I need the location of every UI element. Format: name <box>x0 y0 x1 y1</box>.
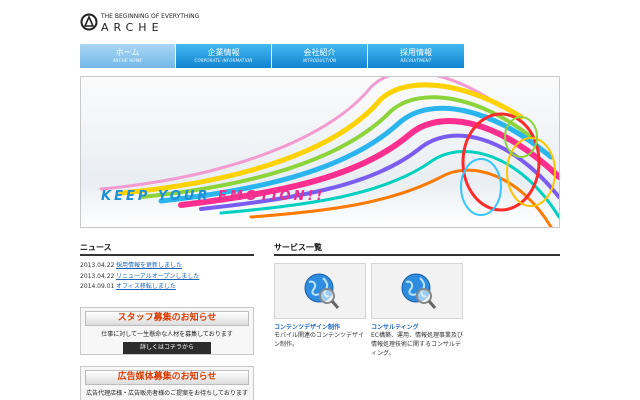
ad-media-banner[interactable]: 広告媒体募集のお知らせ 広告代理店様・広告販売者様のご提案をお待ちしております <box>80 366 254 400</box>
nav-sublabel: CORPORATE INFORMATION <box>194 58 253 63</box>
news-list: 2013.04.22 採用情報を更新しました 2013.04.22 リニューアル… <box>80 261 254 293</box>
news-divider <box>80 254 254 256</box>
nav-item-introduction[interactable]: 会社紹介 INTRODUCTION <box>272 44 368 68</box>
hero-rainbow-swirl-graphic <box>99 77 559 227</box>
news-link[interactable]: リニューアルオープンしました <box>116 272 199 283</box>
nav-sublabel: RECRUITMENT <box>400 58 432 63</box>
services-section-title: サービス一覧 <box>274 243 322 252</box>
news-item: 2013.04.22 採用情報を更新しました <box>80 261 254 272</box>
nav-item-recruitment[interactable]: 採用情報 RECRUITMENT <box>368 44 464 68</box>
services-divider <box>274 254 560 256</box>
staff-recruit-banner[interactable]: スタッフ募集のお知らせ 仕事に対して一生懸命な人材を募集しております 詳しくはコ… <box>80 307 254 355</box>
service-card-content-design[interactable] <box>274 263 366 319</box>
ad-media-title: 広告媒体募集のお知らせ <box>85 370 249 385</box>
service-desc-content-design: モバイル関連のコンテンツデザイン制作。 <box>274 332 365 348</box>
news-link[interactable]: オフィス移転しました <box>116 282 176 293</box>
news-date: 2013.04.22 <box>80 272 115 280</box>
nav-label: ホーム <box>115 48 140 57</box>
nav-label: 企業情報 <box>207 48 240 57</box>
service-title-consulting[interactable]: コンサルティング <box>371 322 419 331</box>
globe-magnifier-icon <box>304 273 340 309</box>
logo-name: ARCHE <box>101 21 164 34</box>
service-card-consulting[interactable] <box>371 263 463 319</box>
news-item: 2014.09.01 オフィス移転しました <box>80 282 254 293</box>
hero-headline-part1: KEEP YOUR <box>101 189 218 204</box>
nav-label: 採用情報 <box>400 48 432 57</box>
logo-mark-icon <box>80 13 98 31</box>
service-title-content-design[interactable]: コンテンツデザイン制作 <box>274 322 340 331</box>
staff-recruit-text: 仕事に対して一生懸命な人材を募集しております <box>101 331 233 338</box>
main-navigation: ホーム ARCHE HOME 企業情報 CORPORATE INFORMATIO… <box>80 44 464 68</box>
news-date: 2013.04.22 <box>80 262 115 269</box>
site-logo[interactable]: THE BEGINNING OF EVERYTHING ARCHE <box>80 12 220 34</box>
news-link[interactable]: 採用情報を更新しました <box>116 261 182 272</box>
service-desc-consulting: EC構築、運用、情報処理事業及び情報処理技術に関するコンサルティング。 <box>371 332 463 357</box>
ad-media-text: 広告代理店様・広告販売者様のご提案をお待ちしております <box>86 390 248 397</box>
hero-headline: KEEP YOUR EMOTION!! <box>101 189 325 204</box>
nav-label: 会社紹介 <box>303 48 336 57</box>
hero-headline-part2: EMOTION!! <box>217 189 326 204</box>
staff-recruit-title: スタッフ募集のお知らせ <box>85 311 249 326</box>
news-item: 2013.04.22 リニューアルオープンしました <box>80 272 254 283</box>
news-section-title: ニュース <box>80 243 112 252</box>
news-date: 2014.09.01 <box>80 283 115 290</box>
globe-magnifier-icon <box>401 273 437 309</box>
hero-banner: KEEP YOUR EMOTION!! <box>80 76 560 228</box>
nav-sublabel: ARCHE HOME <box>112 58 143 63</box>
staff-recruit-details-button[interactable]: 詳しくはコチラから <box>123 342 211 354</box>
nav-item-corporate[interactable]: 企業情報 CORPORATE INFORMATION <box>176 44 272 68</box>
logo-tagline: THE BEGINNING OF EVERYTHING <box>101 13 200 20</box>
nav-item-home[interactable]: ホーム ARCHE HOME <box>80 44 176 68</box>
nav-sublabel: INTRODUCTION <box>302 58 337 63</box>
